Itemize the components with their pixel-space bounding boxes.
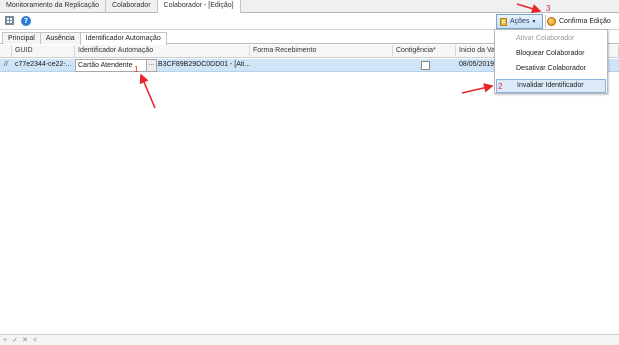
menu-item-desativar-colaborador[interactable]: Desativar Colaborador [496,62,606,76]
doc-tab-monitoramento[interactable]: Monitoramento da Replicação [0,0,106,13]
column-header-guid[interactable]: GUID [12,45,75,58]
ellipsis-button[interactable]: ... [146,60,156,71]
annotation-label-1: 1 [134,65,139,74]
confirm-icon [547,17,556,26]
close-icon[interactable]: ✕ [22,336,28,344]
confirma-edicao-label: Confirma Edição [559,18,611,25]
doc-tab-colaborador-edicao[interactable]: Colaborador - [Edição] [157,0,241,13]
identificador-editor[interactable]: Cartão Atendente ... [75,59,157,72]
tab-ausencia[interactable]: Ausência [39,32,81,44]
menu-item-invalidar-identificador[interactable]: Invalidar Identificador [496,79,606,93]
chevron-down-icon: ▼ [531,18,537,25]
annotation-label-3: 3 [546,4,551,13]
acoes-button[interactable]: Ações ▼ [496,14,543,29]
identificador-value: Cartão Atendente [78,62,133,69]
header-indicator [0,45,12,58]
check-icon[interactable]: ✓ [12,336,18,344]
column-header-contigencia[interactable]: Contigência* [393,45,456,58]
add-icon[interactable]: + [2,337,8,344]
tab-identificador-automacao[interactable]: Identificador Automação [79,32,167,45]
tab-principal[interactable]: Principal [2,32,41,44]
help-icon[interactable]: ? [21,16,31,26]
navigator-bar: + ✓ ✕ < [0,334,619,345]
doc-tab-colaborador[interactable]: Colaborador [106,0,158,13]
cell-guid[interactable]: c77e2344-ce22-... [12,59,75,72]
toolbar-separator [545,15,546,28]
column-header-forma-recebimento[interactable]: Forma Recebimento [250,45,393,58]
annotation-label-2: 2 [498,82,503,91]
acoes-label: Ações [510,18,530,25]
grid-icon[interactable] [5,16,14,25]
actions-icon [500,17,507,26]
chevron-left-icon[interactable]: < [32,337,38,344]
contigencia-checkbox[interactable] [421,61,430,70]
confirma-edicao-button[interactable]: Confirma Edição [547,14,611,29]
column-header-identificador[interactable]: Identificador Automação [75,45,250,58]
menu-item-bloquear-colaborador[interactable]: Bloquear Colaborador [496,47,606,61]
cell-codigo[interactable]: B3CF89B29DC0DD01 - [Ati... [155,59,250,72]
document-tab-bar: Monitoramento da Replicação Colaborador … [0,0,619,13]
acoes-dropdown-menu: Ativar Colaborador Bloquear Colaborador … [494,29,608,94]
row-edit-indicator: // [4,61,8,68]
menu-item-ativar-colaborador[interactable]: Ativar Colaborador [496,32,606,46]
